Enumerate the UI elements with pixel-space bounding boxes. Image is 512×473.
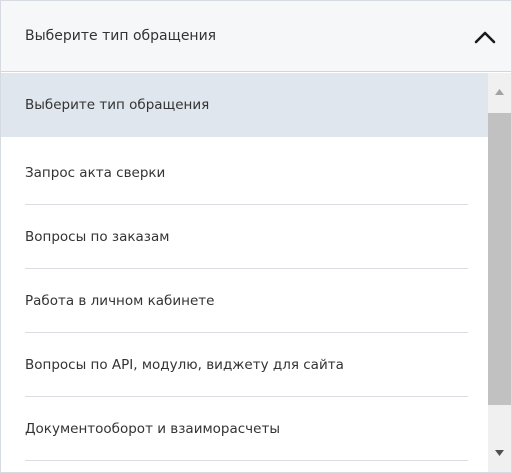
option-divider [25,460,468,461]
request-type-dropdown[interactable]: Выберите тип обращения Выберите тип обра… [0,0,512,473]
dropdown-options-list: Выберите тип обращения Запрос акта сверк… [1,73,488,472]
vertical-scrollbar[interactable] [488,73,511,472]
dropdown-option[interactable]: Работа в личном кабинете [1,269,488,333]
dropdown-option[interactable]: Документооборот и взаиморасчеты [1,397,488,461]
dropdown-option[interactable]: Вопросы по заказам [1,205,488,269]
dropdown-option-label: Работа в личном кабинете [25,293,215,309]
dropdown-selected-value: Выберите тип обращения [25,28,217,44]
dropdown-option[interactable]: Вопросы по API, модулю, виджету для сайт… [1,333,488,397]
dropdown-option-label: Документооборот и взаиморасчеты [25,421,280,437]
scroll-down-arrow-icon[interactable] [488,436,511,472]
dropdown-option-label: Выберите тип обращения [25,97,210,113]
dropdown-option[interactable]: Запрос акта сверки [1,141,488,205]
dropdown-option-label: Вопросы по API, модулю, виджету для сайт… [25,357,344,373]
scroll-up-arrow-icon[interactable] [488,73,511,109]
dropdown-option-label: Вопросы по заказам [25,229,170,245]
scrollbar-thumb[interactable] [488,113,511,405]
dropdown-option-label: Запрос акта сверки [25,165,166,181]
dropdown-option[interactable]: Выберите тип обращения [1,73,488,137]
chevron-up-icon[interactable] [473,29,497,45]
dropdown-toggle[interactable]: Выберите тип обращения [1,1,511,72]
